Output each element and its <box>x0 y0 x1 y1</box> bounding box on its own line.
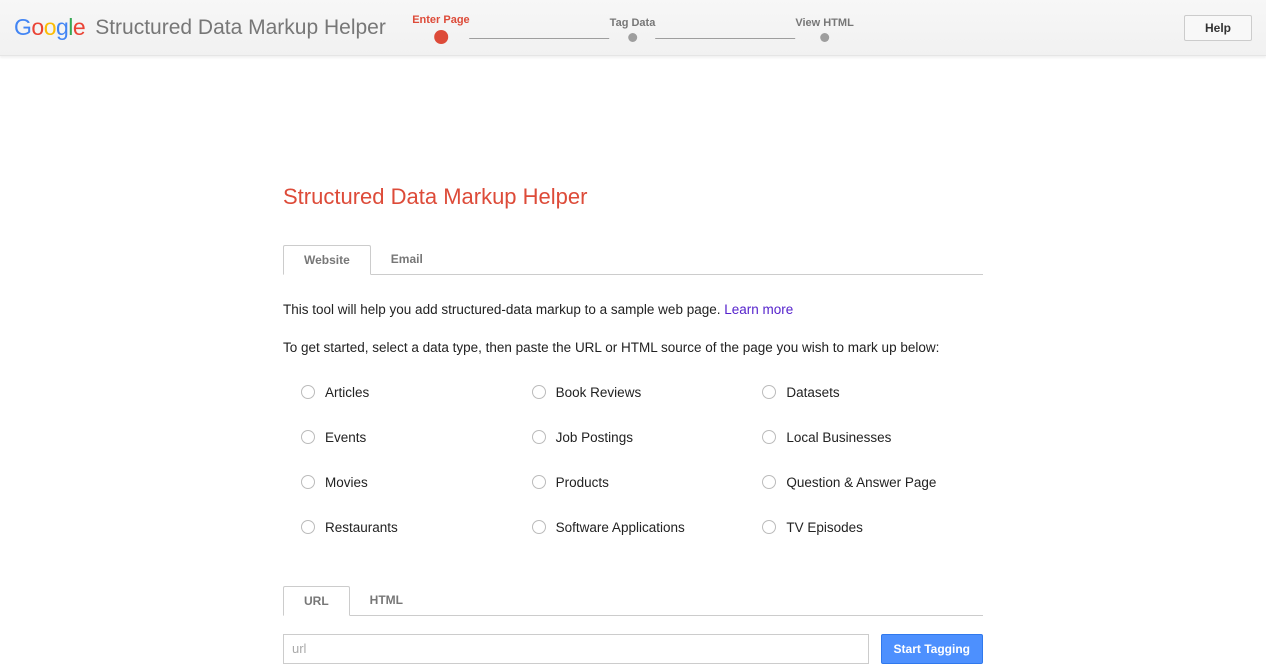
radio-qa-page[interactable]: Question & Answer Page <box>762 475 983 490</box>
step-label-enter-page: Enter Page <box>412 14 469 26</box>
radio-movies[interactable]: Movies <box>301 475 522 490</box>
app-title: Structured Data Markup Helper <box>95 16 386 40</box>
radio-job-postings[interactable]: Job Postings <box>532 430 753 445</box>
radio-software-apps[interactable]: Software Applications <box>532 520 753 535</box>
progress-steps: Enter Page Tag Data View HTML <box>412 14 854 44</box>
step-label-tag-data: Tag Data <box>610 17 656 29</box>
radio-icon <box>532 430 546 444</box>
app-header: Google Structured Data Markup Helper Ent… <box>0 0 1266 56</box>
radio-label: Job Postings <box>556 430 633 445</box>
url-input[interactable] <box>283 634 869 664</box>
radio-icon <box>532 475 546 489</box>
source-tabs: URL HTML <box>283 585 983 616</box>
page-title: Structured Data Markup Helper <box>283 184 983 210</box>
url-input-row: Start Tagging <box>283 634 983 664</box>
radio-label: Datasets <box>786 385 839 400</box>
instruction-text: To get started, select a data type, then… <box>283 340 983 355</box>
content-type-tabs: Website Email <box>283 244 983 275</box>
radio-label: Software Applications <box>556 520 685 535</box>
radio-label: Movies <box>325 475 368 490</box>
radio-datasets[interactable]: Datasets <box>762 385 983 400</box>
help-button[interactable]: Help <box>1184 15 1252 41</box>
radio-icon <box>301 430 315 444</box>
google-logo: Google <box>14 14 85 41</box>
tab-url[interactable]: URL <box>283 586 350 616</box>
radio-tv-episodes[interactable]: TV Episodes <box>762 520 983 535</box>
radio-icon <box>532 520 546 534</box>
radio-icon <box>532 385 546 399</box>
tab-email[interactable]: Email <box>371 245 443 275</box>
radio-book-reviews[interactable]: Book Reviews <box>532 385 753 400</box>
radio-label: Book Reviews <box>556 385 642 400</box>
radio-icon <box>301 475 315 489</box>
step-connector <box>470 38 610 39</box>
radio-label: Articles <box>325 385 369 400</box>
radio-local-businesses[interactable]: Local Businesses <box>762 430 983 445</box>
radio-products[interactable]: Products <box>532 475 753 490</box>
data-type-grid: Articles Book Reviews Datasets Events Jo… <box>283 385 983 535</box>
radio-icon <box>301 520 315 534</box>
radio-events[interactable]: Events <box>301 430 522 445</box>
tab-website[interactable]: Website <box>283 245 371 275</box>
step-dot-icon <box>434 30 448 44</box>
radio-label: Question & Answer Page <box>786 475 936 490</box>
radio-label: TV Episodes <box>786 520 863 535</box>
step-dot-icon <box>820 33 829 42</box>
tab-html[interactable]: HTML <box>350 586 423 616</box>
learn-more-link[interactable]: Learn more <box>724 302 793 317</box>
step-dot-icon <box>628 33 637 42</box>
radio-icon <box>762 385 776 399</box>
radio-articles[interactable]: Articles <box>301 385 522 400</box>
radio-icon <box>301 385 315 399</box>
step-connector <box>655 38 795 39</box>
radio-icon <box>762 430 776 444</box>
intro-text: This tool will help you add structured-d… <box>283 301 983 320</box>
radio-label: Events <box>325 430 366 445</box>
main-content: Structured Data Markup Helper Website Em… <box>283 56 983 664</box>
start-tagging-button[interactable]: Start Tagging <box>881 634 983 664</box>
radio-icon <box>762 520 776 534</box>
radio-restaurants[interactable]: Restaurants <box>301 520 522 535</box>
radio-label: Local Businesses <box>786 430 891 445</box>
step-label-view-html: View HTML <box>795 17 853 29</box>
radio-label: Restaurants <box>325 520 398 535</box>
radio-label: Products <box>556 475 609 490</box>
radio-icon <box>762 475 776 489</box>
